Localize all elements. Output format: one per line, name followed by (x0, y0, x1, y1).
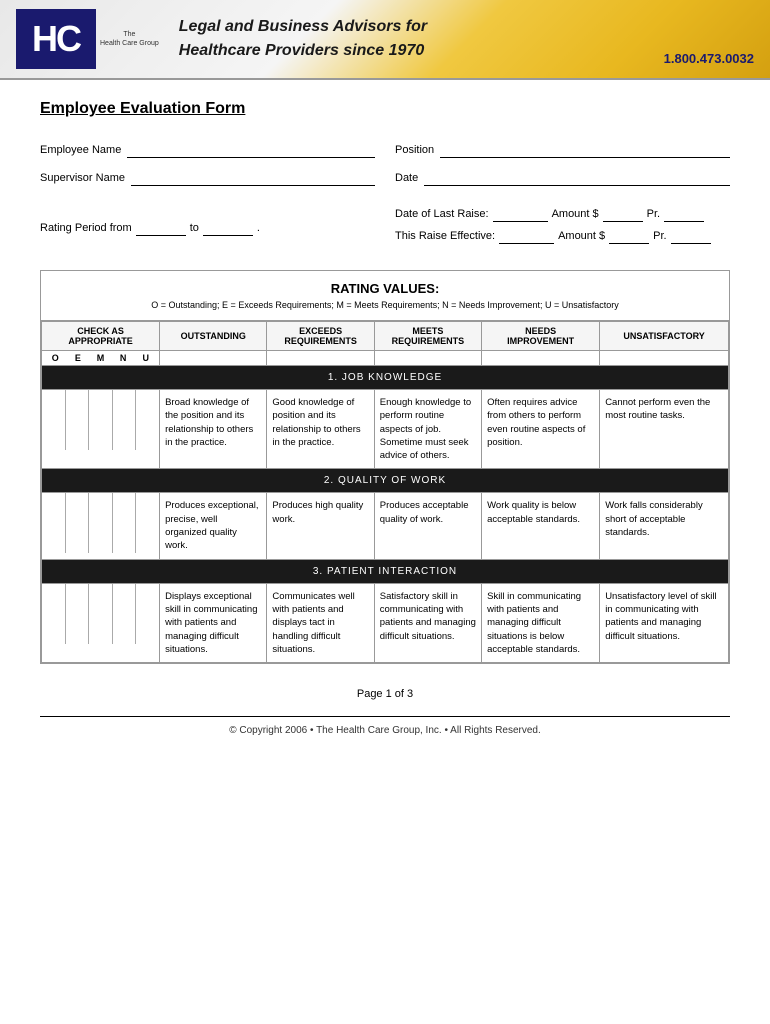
position-label: Position (395, 144, 434, 156)
letter-cells: O E M N U (42, 351, 160, 366)
logo-box: HC (16, 9, 96, 69)
last-raise-row: Date of Last Raise: Amount $ Pr. (395, 206, 730, 222)
evaluation-table: CHECK AS APPROPRIATE OUTSTANDING EXCEEDS… (41, 321, 729, 663)
date-field: Date (395, 170, 730, 186)
this-raise-label: This Raise Effective: (395, 230, 495, 242)
employee-name-input[interactable] (127, 142, 375, 158)
tagline-line2: Healthcare Providers since 1970 (179, 39, 664, 63)
last-raise-amount-input[interactable] (603, 206, 643, 222)
logo-sub-line2: Health Care Group (100, 39, 159, 48)
header-check-as: CHECK AS APPROPRIATE (42, 322, 160, 351)
rating-to-input[interactable] (203, 220, 253, 236)
last-raise-pr-label: Pr. (647, 208, 660, 220)
letter-o: O (46, 353, 64, 363)
this-raise-row: This Raise Effective: Amount $ Pr. (395, 228, 730, 244)
position-input[interactable] (440, 142, 730, 158)
supervisor-name-label: Supervisor Name (40, 172, 125, 184)
header-meets: MEETS REQUIREMENTS (374, 322, 481, 351)
desc-outstanding: Broad knowledge of the position and its … (160, 390, 267, 469)
checkbox-area[interactable] (42, 583, 160, 662)
page-number: Page 1 of 3 (357, 688, 413, 700)
rating-period-row: Rating Period from to . (40, 206, 375, 250)
this-raise-amount-input[interactable] (609, 228, 649, 244)
last-raise-pr-input[interactable] (664, 206, 704, 222)
letter-e: E (69, 353, 87, 363)
rating-period-label: Rating Period from (40, 222, 132, 234)
position-field: Position (395, 142, 730, 158)
desc-outstanding: Displays exceptional skill in communicat… (160, 583, 267, 662)
section-desc-1: Produces exceptional, precise, well orga… (42, 493, 729, 559)
last-raise-amount-label: Amount $ (552, 208, 599, 220)
rating-from-input[interactable] (136, 220, 186, 236)
desc-unsatisfactory: Work falls considerably short of accepta… (600, 493, 729, 559)
employee-name-label: Employee Name (40, 144, 121, 156)
tagline-line1: Legal and Business Advisors for (179, 15, 664, 39)
rating-values-legend: O = Outstanding; E = Exceeds Requirement… (51, 300, 719, 310)
section-header-0: 1. JOB KNOWLEDGE (42, 366, 729, 390)
desc-unsatisfactory: Unsatisfactory level of skill in communi… (600, 583, 729, 662)
rating-to-label: to (190, 222, 199, 234)
section-header-2: 3. PATIENT INTERACTION (42, 559, 729, 583)
form-title: Employee Evaluation Form (40, 100, 730, 118)
header-needs: NEEDS IMPROVEMENT (482, 322, 600, 351)
logo-sub-line1: The (100, 30, 159, 39)
page-footer: Page 1 of 3 (40, 680, 730, 700)
checkbox-area[interactable] (42, 493, 160, 559)
desc-exceeds: Good knowledge of position and its relat… (267, 390, 374, 469)
desc-meets: Satisfactory skill in communicating with… (374, 583, 481, 662)
letter-u: U (137, 353, 155, 363)
logo-text: HC (32, 18, 80, 60)
last-raise-date-input[interactable] (493, 206, 548, 222)
header-phone: 1.800.473.0032 (664, 51, 754, 70)
header-tagline: Legal and Business Advisors for Healthca… (159, 15, 664, 63)
page-content: Employee Evaluation Form Employee Name P… (0, 80, 770, 756)
header-unsatisfactory: UNSATISFACTORY (600, 322, 729, 351)
this-raise-pr-input[interactable] (671, 228, 711, 244)
header-outstanding: OUTSTANDING (160, 322, 267, 351)
desc-needs: Often requires advice from others to per… (482, 390, 600, 469)
header-banner: HC The Health Care Group Legal and Busin… (0, 0, 770, 80)
desc-exceeds: Produces high quality work. (267, 493, 374, 559)
desc-exceeds: Communicates well with patients and disp… (267, 583, 374, 662)
desc-needs: Work quality is below acceptable standar… (482, 493, 600, 559)
rating-values-title: RATING VALUES: (51, 281, 719, 296)
this-raise-amount-label: Amount $ (558, 230, 605, 242)
section-header-1: 2. QUALITY OF WORK (42, 469, 729, 493)
letter-n: N (114, 353, 132, 363)
header-exceeds: EXCEEDS REQUIREMENTS (267, 322, 374, 351)
section-desc-0: Broad knowledge of the position and its … (42, 390, 729, 469)
table-header-row: CHECK AS APPROPRIATE OUTSTANDING EXCEEDS… (42, 322, 729, 351)
checkbox-area[interactable] (42, 390, 160, 469)
desc-outstanding: Produces exceptional, precise, well orga… (160, 493, 267, 559)
desc-needs: Skill in communicating with patients and… (482, 583, 600, 662)
this-raise-pr-label: Pr. (653, 230, 666, 242)
letter-header-row: O E M N U (42, 351, 729, 366)
supervisor-name-field: Supervisor Name (40, 170, 375, 186)
desc-unsatisfactory: Cannot perform even the most routine tas… (600, 390, 729, 469)
last-raise-label: Date of Last Raise: (395, 208, 489, 220)
letter-m: M (92, 353, 110, 363)
desc-meets: Produces acceptable quality of work. (374, 493, 481, 559)
copyright-footer: © Copyright 2006 • The Health Care Group… (40, 716, 730, 736)
top-fields: Employee Name Position Supervisor Name D… (40, 142, 730, 186)
rating-values-header: RATING VALUES: O = Outstanding; E = Exce… (41, 271, 729, 321)
rating-table-wrapper: RATING VALUES: O = Outstanding; E = Exce… (40, 270, 730, 664)
rating-raise-section: Rating Period from to . Date of Last Rai… (40, 206, 730, 250)
employee-name-field: Employee Name (40, 142, 375, 158)
date-label: Date (395, 172, 418, 184)
desc-meets: Enough knowledge to perform routine aspe… (374, 390, 481, 469)
raise-section: Date of Last Raise: Amount $ Pr. This Ra… (395, 206, 730, 250)
date-input[interactable] (424, 170, 730, 186)
section-desc-2: Displays exceptional skill in communicat… (42, 583, 729, 662)
this-raise-date-input[interactable] (499, 228, 554, 244)
logo-subtitle: The Health Care Group (100, 30, 159, 48)
supervisor-name-input[interactable] (131, 170, 375, 186)
